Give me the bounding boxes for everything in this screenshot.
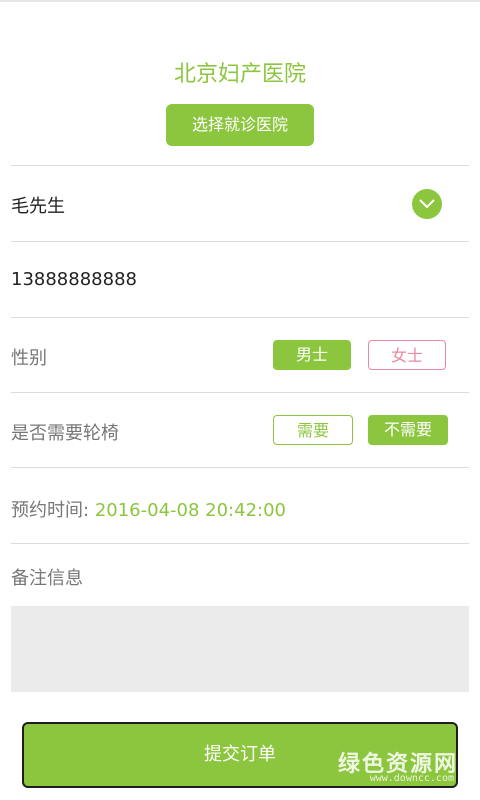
wheelchair-yes-button[interactable]: 需要	[273, 415, 353, 445]
gender-row: 性别 男士 女士	[11, 317, 469, 393]
top-divider	[0, 0, 480, 2]
gender-male-button[interactable]: 男士	[273, 340, 351, 370]
phone-row: 13888888888	[11, 241, 469, 318]
select-hospital-button[interactable]: 选择就诊医院	[166, 104, 314, 146]
appointment-time-value: 2016-04-08 20:42:00	[94, 500, 286, 521]
wheelchair-no-button[interactable]: 不需要	[368, 415, 448, 445]
wheelchair-label: 是否需要轮椅	[11, 423, 119, 444]
appointment-time-row[interactable]: 预约时间: 2016-04-08 20:42:00	[11, 467, 469, 544]
phone-number: 13888888888	[11, 269, 137, 290]
hospital-name: 北京妇产医院	[173, 62, 306, 87]
wheelchair-row: 是否需要轮椅 需要 不需要	[11, 392, 469, 468]
appointment-time-field: 预约时间: 2016-04-08 20:42:00	[11, 496, 286, 522]
patient-name-row[interactable]: 毛先生	[11, 165, 469, 242]
gender-label: 性别	[11, 348, 47, 369]
gender-female-button[interactable]: 女士	[368, 340, 446, 370]
appointment-time-label: 预约时间:	[11, 500, 90, 521]
patient-name: 毛先生	[11, 196, 65, 217]
chevron-down-icon[interactable]	[412, 189, 442, 219]
notes-row: 备注信息	[11, 543, 469, 607]
notes-input[interactable]	[11, 606, 469, 692]
watermark-url: www.downcc.com	[369, 773, 454, 784]
notes-label: 备注信息	[11, 568, 83, 589]
